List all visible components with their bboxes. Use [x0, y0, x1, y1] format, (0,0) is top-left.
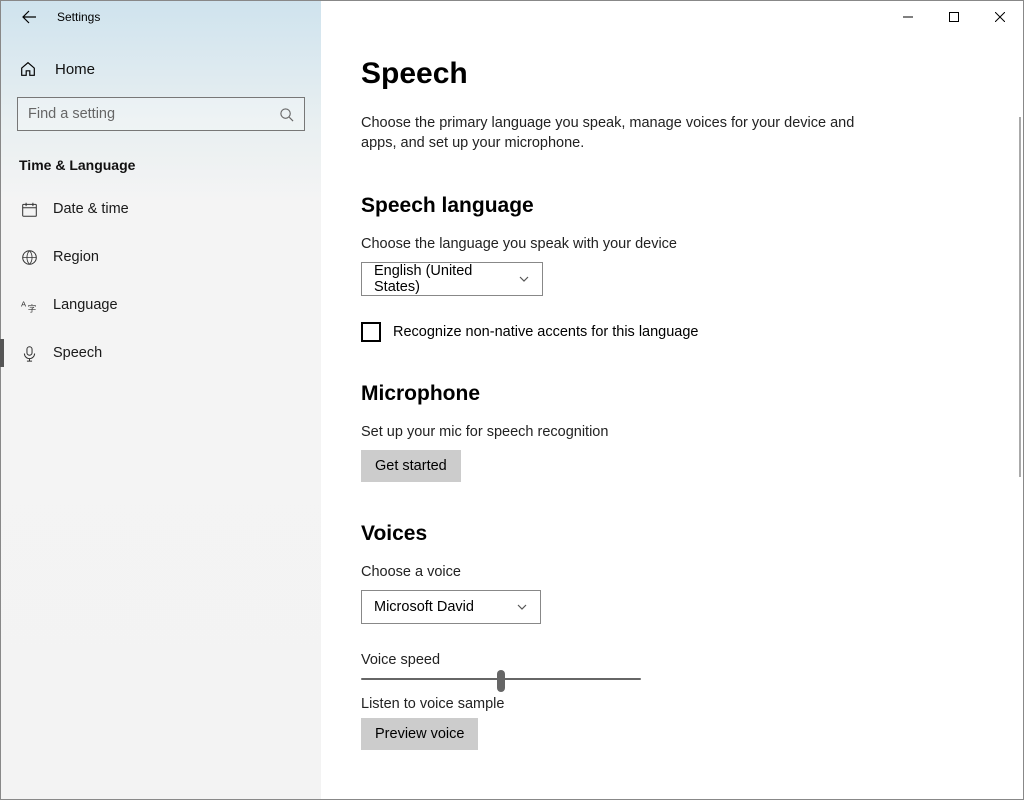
- voice-speed-label: Voice speed: [361, 652, 983, 668]
- speech-language-selected: English (United States): [374, 263, 518, 295]
- section-microphone: Microphone Set up your mic for speech re…: [361, 382, 983, 482]
- chevron-down-icon: [516, 601, 528, 613]
- sidebar-item-label: Speech: [53, 345, 102, 361]
- globe-icon: [19, 249, 39, 266]
- voice-dropdown[interactable]: Microsoft David: [361, 590, 541, 624]
- date-time-icon: [19, 201, 39, 218]
- main-content: Speech Choose the primary language you s…: [321, 1, 1023, 799]
- chevron-down-icon: [518, 273, 530, 285]
- sidebar-item-speech[interactable]: Speech: [1, 331, 321, 375]
- section-speech-language: Speech language Choose the language you …: [361, 194, 983, 342]
- microphone-icon: [19, 345, 39, 362]
- sidebar-home-label: Home: [55, 61, 95, 78]
- titlebar: Settings: [1, 1, 1023, 33]
- accents-checkbox[interactable]: [361, 322, 381, 342]
- svg-text:字: 字: [27, 303, 36, 313]
- scrollbar[interactable]: [1019, 117, 1021, 477]
- section-voices: Voices Choose a voice Microsoft David Vo…: [361, 522, 983, 750]
- section-heading: Voices: [361, 522, 983, 546]
- sidebar-home[interactable]: Home: [1, 49, 321, 89]
- settings-window: Settings: [0, 0, 1024, 800]
- sidebar-item-label: Language: [53, 297, 118, 313]
- speech-language-dropdown[interactable]: English (United States): [361, 262, 543, 296]
- window-controls: [885, 1, 1023, 33]
- section-heading: Microphone: [361, 382, 983, 406]
- voice-selected: Microsoft David: [374, 599, 474, 615]
- maximize-button[interactable]: [931, 1, 977, 33]
- microphone-description: Set up your mic for speech recognition: [361, 424, 983, 440]
- titlebar-left: Settings: [1, 1, 100, 33]
- page-title: Speech: [361, 57, 983, 91]
- search-wrap: [1, 97, 321, 131]
- sidebar-item-label: Date & time: [53, 201, 129, 217]
- minimize-icon: [903, 12, 913, 22]
- choose-voice-label: Choose a voice: [361, 564, 983, 580]
- accents-checkbox-row[interactable]: Recognize non-native accents for this la…: [361, 322, 983, 342]
- section-heading: Speech language: [361, 194, 983, 218]
- close-icon: [995, 12, 1005, 22]
- slider-thumb[interactable]: [497, 670, 505, 692]
- page-intro: Choose the primary language you speak, m…: [361, 113, 881, 154]
- speech-language-description: Choose the language you speak with your …: [361, 236, 983, 252]
- back-button[interactable]: [9, 1, 49, 33]
- get-started-button[interactable]: Get started: [361, 450, 461, 482]
- svg-text:A: A: [21, 299, 27, 308]
- sidebar: Home Time & Language Date & time: [1, 1, 321, 799]
- sidebar-category-heading: Time & Language: [1, 149, 321, 187]
- maximize-icon: [949, 12, 959, 22]
- sidebar-item-label: Region: [53, 249, 99, 265]
- minimize-button[interactable]: [885, 1, 931, 33]
- home-icon: [19, 60, 37, 78]
- language-icon: A字: [19, 297, 39, 314]
- accents-checkbox-label: Recognize non-native accents for this la…: [393, 324, 699, 340]
- app-title: Settings: [57, 10, 100, 24]
- search-input[interactable]: [28, 106, 279, 122]
- preview-voice-button[interactable]: Preview voice: [361, 718, 478, 750]
- body: Home Time & Language Date & time: [1, 1, 1023, 799]
- arrow-left-icon: [21, 9, 37, 25]
- search-box[interactable]: [17, 97, 305, 131]
- close-button[interactable]: [977, 1, 1023, 33]
- sidebar-item-language[interactable]: A字 Language: [1, 283, 321, 327]
- search-icon: [279, 107, 294, 122]
- voice-speed-slider[interactable]: [361, 678, 641, 680]
- sidebar-item-date-time[interactable]: Date & time: [1, 187, 321, 231]
- sidebar-item-region[interactable]: Region: [1, 235, 321, 279]
- voice-sample-label: Listen to voice sample: [361, 696, 983, 712]
